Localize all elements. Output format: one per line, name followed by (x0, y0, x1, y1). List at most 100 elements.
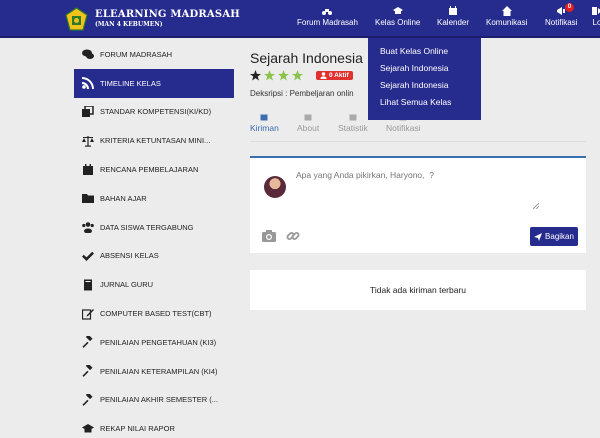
share-button[interactable]: Bagikan (530, 227, 578, 246)
paper-plane-icon (534, 232, 543, 241)
nav-kalender[interactable]: Kalender (437, 6, 469, 27)
tab-label: Notifikasi (386, 123, 421, 133)
brand-subtitle: (MAN 4 KEBUMEN) (95, 21, 163, 28)
sidebar-item-standar-kompetensi[interactable]: STANDAR KOMPETENSI(KI/KD) (74, 98, 234, 127)
dropdown-item-lihat-semua-kelas[interactable]: Lihat Semua Kelas (380, 95, 481, 112)
calendar-icon (338, 113, 368, 123)
nav-kelas-online[interactable]: Kelas Online (375, 6, 420, 27)
edit-icon (82, 308, 94, 320)
balance-scale-icon (82, 135, 94, 147)
sidebar-item-rekap-nilai-rapor[interactable]: REKAP NILAI RAPOR (74, 414, 234, 438)
sidebar-item-cbt[interactable]: COMPUTER BASED TEST(CBT) (74, 299, 234, 328)
calendar-icon (297, 113, 319, 123)
tab-label: About (297, 123, 320, 133)
gavel-icon (82, 393, 94, 406)
camera-icon[interactable] (262, 229, 276, 243)
nav-label: Notifikasi (545, 18, 578, 27)
nav-label: Forum Madrasah (297, 18, 358, 27)
megaphone-icon: 0 (555, 3, 575, 17)
graduation-cap-icon (82, 423, 94, 435)
graduation-cap-icon (375, 6, 420, 17)
avatar (264, 176, 286, 198)
active-members-label: 0 Aktif (329, 72, 349, 79)
sidebar: FORUM MADRASAH TIMELINE KELAS STANDAR KO… (74, 40, 234, 438)
tab-label: Statistik (338, 123, 368, 133)
star-icon (278, 70, 289, 81)
sidebar-item-rencana-pembelajaran[interactable]: RENCANA PEMBELAJARAN (74, 155, 234, 184)
notification-badge: 0 (564, 3, 575, 12)
sidebar-item-bahan-ajar[interactable]: BAHAN AJAR (74, 184, 234, 213)
sidebar-item-label: TIMELINE KELAS (100, 78, 161, 88)
sidebar-item-label: REKAP NILAI RAPOR (100, 424, 175, 434)
post-composer: Bagikan (250, 156, 586, 253)
calendar-icon (437, 6, 469, 17)
sidebar-item-label: PENILAIAN PENGETAHUAN (KI3) (100, 337, 217, 347)
feed-empty-state: Tidak ada kiriman terbaru (250, 270, 586, 310)
course-title: Sejarah Indonesia (250, 50, 363, 66)
sidebar-item-penilaian-keterampilan[interactable]: PENILAIAN KETERAMPILAN (KI4) (74, 357, 234, 386)
share-button-label: Bagikan (545, 232, 574, 241)
tab-statistik[interactable]: Statistik (338, 113, 368, 133)
course-rating: 0 Aktif (250, 70, 353, 81)
brand[interactable]: ELEARNING MADRASAH (MAN 4 KEBUMEN) (64, 5, 240, 33)
link-icon[interactable] (286, 229, 300, 243)
empty-feed-message: Tidak ada kiriman terbaru (369, 285, 467, 295)
dropdown-item-sejarah-indonesia[interactable]: Sejarah Indonesia (380, 78, 481, 95)
sidebar-item-penilaian-akhir-semester[interactable]: PENILAIAN AKHIR SEMESTER (... (74, 386, 234, 415)
sidebar-item-timeline-kelas[interactable]: TIMELINE KELAS (74, 68, 234, 98)
sidebar-item-forum-madrasah[interactable]: FORUM MADRASAH (74, 40, 234, 69)
tab-about[interactable]: About (297, 113, 319, 133)
nav-notifikasi[interactable]: 0 Notifikasi (545, 3, 578, 27)
kelas-online-dropdown: Buat Kelas Online Sejarah Indonesia Seja… (368, 38, 481, 120)
course-description: Deksripsi : Pembeljaran onlin (250, 89, 354, 98)
check-icon (82, 250, 94, 262)
sidebar-item-label: PENILAIAN AKHIR SEMESTER (... (100, 395, 218, 405)
sidebar-item-label: KRITERIA KETUNTASAN MINI... (100, 136, 211, 146)
star-icon (250, 70, 261, 81)
logout-icon (592, 6, 600, 17)
sidebar-item-label: COMPUTER BASED TEST(CBT) (100, 309, 212, 319)
tabs-divider (250, 141, 586, 142)
sidebar-item-label: ABSENSI KELAS (100, 251, 159, 261)
home-icon (486, 6, 527, 17)
folder-icon (82, 192, 94, 204)
top-navbar: ELEARNING MADRASAH (MAN 4 KEBUMEN) Forum… (0, 0, 600, 38)
tab-kiriman[interactable]: Kiriman (250, 113, 279, 133)
active-members-badge: 0 Aktif (316, 71, 353, 80)
dropdown-item-buat-kelas[interactable]: Buat Kelas Online (380, 44, 481, 61)
sidebar-item-jurnal-guru[interactable]: JURNAL GURU (74, 270, 234, 299)
post-input[interactable] (296, 170, 540, 210)
sidebar-item-label: PENILAIAN KETERAMPILAN (KI4) (100, 366, 218, 376)
sidebar-item-label: JURNAL GURU (100, 280, 154, 290)
motorcycle-icon (297, 6, 358, 17)
users-icon (82, 221, 94, 234)
book-icon (82, 279, 94, 291)
nav-label: Kalender (437, 18, 470, 27)
brand-title: ELEARNING MADRASAH (95, 9, 240, 20)
gavel-icon (82, 336, 94, 349)
sidebar-item-data-siswa[interactable]: DATA SISWA TERGABUNG (74, 213, 234, 242)
resize-grip-icon[interactable] (533, 203, 539, 209)
comments-icon (82, 48, 94, 60)
clone-icon (82, 105, 94, 118)
sidebar-item-label: RENCANA PEMBELAJARAN (100, 165, 199, 175)
tab-label: Kiriman (250, 123, 279, 133)
sidebar-item-absensi-kelas[interactable]: ABSENSI KELAS (74, 242, 234, 271)
nav-logout[interactable]: Lo (592, 6, 600, 27)
calendar-icon (250, 113, 279, 123)
sidebar-item-label: BAHAN AJAR (100, 193, 147, 203)
sidebar-item-label: FORUM MADRASAH (100, 49, 173, 59)
kemenag-logo (65, 6, 88, 31)
user-icon (320, 72, 327, 79)
star-icon (264, 70, 275, 81)
gavel-icon (82, 365, 94, 377)
nav-forum-madrasah[interactable]: Forum Madrasah (297, 6, 358, 27)
sidebar-item-kriteria-ketuntasan[interactable]: KRITERIA KETUNTASAN MINI... (74, 126, 234, 155)
dropdown-item-sejarah-indonesia[interactable]: Sejarah Indonesia (380, 61, 481, 78)
sidebar-item-label: DATA SISWA TERGABUNG (100, 222, 194, 232)
sidebar-item-penilaian-pengetahuan[interactable]: PENILAIAN PENGETAHUAN (KI3) (74, 328, 234, 357)
nav-label: Lo (592, 18, 600, 27)
nav-komunikasi[interactable]: Komunikasi (486, 6, 527, 27)
calendar-icon (82, 163, 94, 176)
rss-icon (82, 77, 94, 90)
